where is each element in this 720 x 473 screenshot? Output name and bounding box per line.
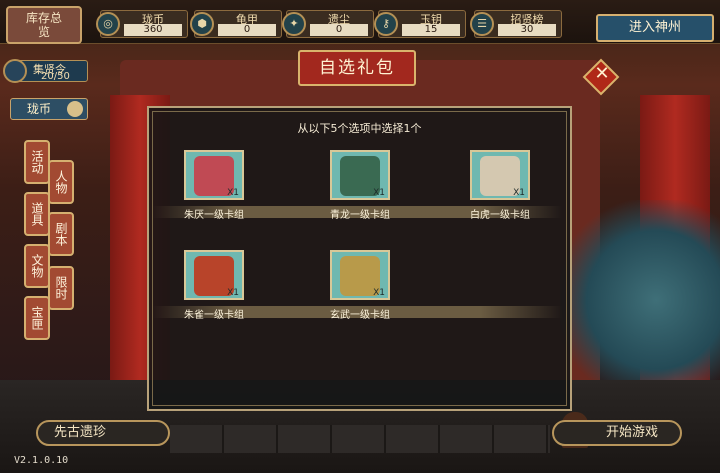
start-game-button[interactable]: 开始游戏	[552, 420, 682, 446]
item-label: 朱雀一级卡组	[184, 310, 244, 321]
resource-value: 30	[498, 24, 556, 36]
resource-longbi[interactable]: ◎ 珑币 360	[96, 10, 188, 38]
side-menu-limited[interactable]: 限时	[48, 266, 74, 310]
currency-tab[interactable]: 珑币	[10, 98, 88, 120]
resource-value: 0	[310, 24, 368, 36]
version-label: V2.1.0.10	[14, 455, 69, 466]
item-label: 白虎一级卡组	[470, 210, 530, 221]
gift-option-baihu[interactable]: X1	[470, 150, 530, 200]
resource-value: 360	[124, 24, 182, 36]
inventory-overview-button[interactable]: 库存总览	[6, 6, 82, 44]
resource-yuyao[interactable]: ⚷ 玉钥 15	[374, 10, 466, 38]
coin-icon: ◎	[96, 12, 120, 36]
ancient-relics-button[interactable]: 先古遗珍	[36, 420, 170, 446]
gift-option-xuanwu[interactable]: X1	[330, 250, 390, 300]
side-menu-relics[interactable]: 文物	[24, 244, 50, 288]
side-menu-treasure-box[interactable]: 宝匣	[24, 296, 50, 340]
currency-tab-label: 珑币	[27, 102, 52, 116]
dialog-prompt: 从以下5个选项中选择1个	[297, 122, 422, 135]
item-quantity: X1	[373, 188, 385, 198]
resource-zhaoxianbang[interactable]: ☰ 招贤榜 30	[470, 10, 562, 38]
coin-icon	[67, 101, 83, 117]
resource-yichen[interactable]: ✦ 遗尘 0	[282, 10, 374, 38]
side-menu-items[interactable]: 道具	[24, 192, 50, 236]
side-menu-characters[interactable]: 人物	[48, 160, 74, 204]
talent-value: 20/50	[41, 71, 70, 82]
enter-shenzhou-button[interactable]: 进入神州	[596, 14, 714, 42]
side-menu-scripts[interactable]: 剧本	[48, 212, 74, 256]
dust-icon: ✦	[282, 12, 306, 36]
resource-value: 0	[218, 24, 276, 36]
inventory-label: 库存总览	[25, 11, 62, 39]
item-quantity: X1	[227, 188, 239, 198]
turtle-shell-icon: ⬢	[190, 12, 214, 36]
gift-option-qinglong[interactable]: X1	[330, 150, 390, 200]
item-quantity: X1	[227, 288, 239, 298]
talent-token-icon	[3, 59, 27, 83]
item-quantity: X1	[513, 188, 525, 198]
resource-guijia[interactable]: ⬢ 龟甲 0	[190, 10, 282, 38]
item-label: 玄武一级卡组	[330, 310, 390, 321]
gift-option-zhuyan[interactable]: X1	[184, 150, 244, 200]
talent-counter: 集贤令 20/50	[3, 59, 88, 83]
resource-value: 15	[402, 24, 460, 36]
recruit-scroll-icon: ☰	[470, 12, 494, 36]
ancient-relics-label: 先古遗珍	[54, 425, 107, 440]
item-label: 朱厌一级卡组	[184, 210, 244, 221]
item-quantity: X1	[373, 288, 385, 298]
background-dragon-mountain	[560, 200, 720, 400]
page-title: 自选礼包	[298, 50, 416, 86]
game-scene: 库存总览 ◎ 珑币 360 ⬢ 龟甲 0 ✦ 遗尘 0 ⚷ 玉钥 15 ☰ 招贤…	[0, 0, 720, 473]
close-icon: ✕	[594, 63, 610, 84]
start-game-label: 开始游戏	[605, 425, 658, 440]
stage-tiles	[170, 425, 550, 453]
gift-option-zhuque[interactable]: X1	[184, 250, 244, 300]
item-label: 青龙一级卡组	[330, 210, 390, 221]
jade-key-icon: ⚷	[374, 12, 398, 36]
side-menu-activity[interactable]: 活动	[24, 140, 50, 184]
